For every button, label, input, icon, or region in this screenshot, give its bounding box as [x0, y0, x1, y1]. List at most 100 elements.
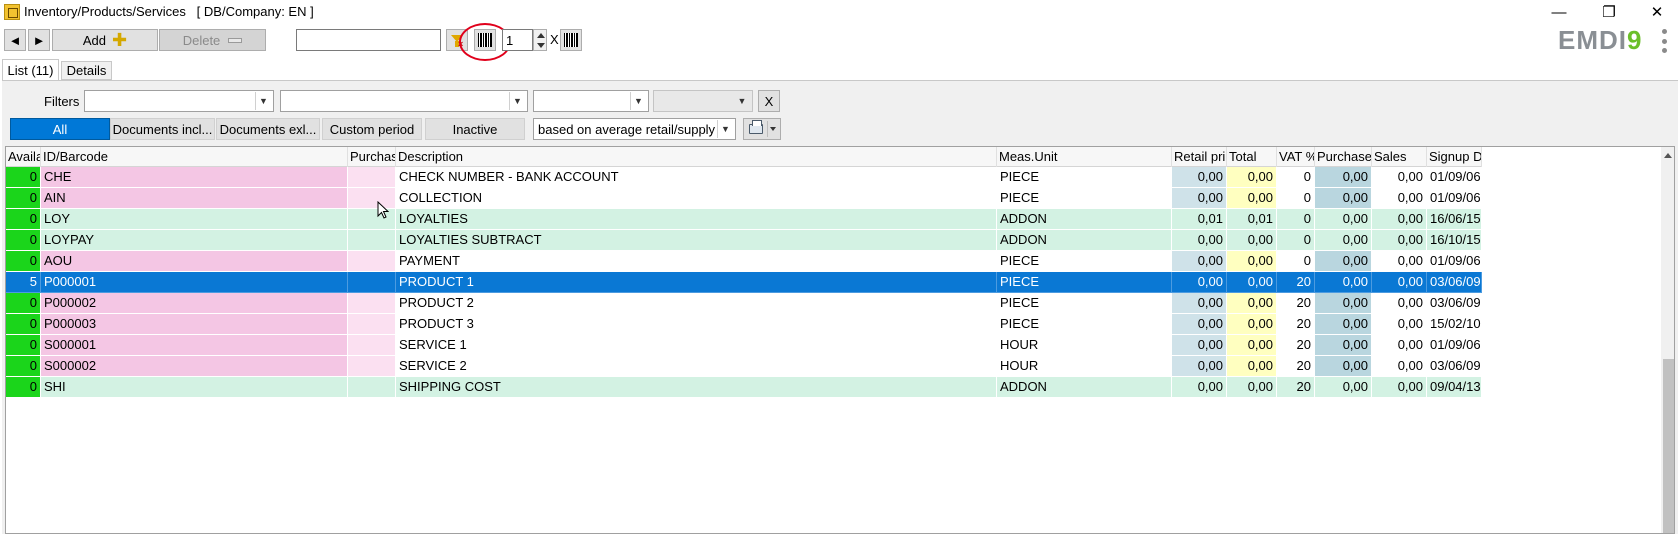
segment-inactive[interactable]: Inactive	[425, 118, 525, 140]
column-header-id-barcode[interactable]: ID/Barcode	[41, 147, 348, 167]
cell-sales: 0,00	[1372, 293, 1427, 314]
cell-meas-unit: PIECE	[997, 251, 1172, 272]
stepper-down-icon[interactable]	[537, 43, 545, 48]
minus-icon	[228, 37, 243, 43]
table-row[interactable]: 0 P000003 PRODUCT 3 PIECE 0,00 0,00 20 0,00 0,00…	[6, 314, 1482, 335]
products-grid[interactable]: Availa ID/Barcode Purchas Description Meas.U…	[5, 146, 1675, 534]
cell-total: 0,00	[1227, 188, 1277, 209]
cell-retail-price: 0,00	[1172, 188, 1227, 209]
filter-combo-4[interactable]: ▼	[653, 90, 753, 112]
cell-purchase	[348, 314, 396, 335]
filter-combo-3[interactable]: ▼	[533, 90, 649, 112]
cell-signup-date: 16/10/15	[1427, 230, 1482, 251]
column-header-vat[interactable]: VAT %	[1277, 147, 1315, 167]
quantity-stepper[interactable]	[533, 29, 547, 51]
price-basis-select[interactable]: based on average retail/supply p ▼	[533, 118, 736, 140]
cell-meas-unit: PIECE	[997, 167, 1172, 188]
cell-total: 0,00	[1227, 335, 1277, 356]
cell-retail-price: 0,00	[1172, 167, 1227, 188]
segment-custom-period[interactable]: Custom period	[322, 118, 422, 140]
cell-id-barcode: S000002	[41, 356, 348, 377]
scroll-up-icon[interactable]	[1664, 153, 1672, 158]
cell-sales: 0,00	[1372, 230, 1427, 251]
table-row[interactable]: 0 LOYPAY LOYALTIES SUBTRACT ADDON 0,00 0,00 0 0…	[6, 230, 1482, 251]
filter-combo-1[interactable]: ▼	[84, 90, 274, 112]
chevron-down-icon: ▼	[509, 92, 525, 110]
cell-purchase-price: 0,00	[1315, 272, 1372, 293]
table-row[interactable]: 0 LOY LOYALTIES ADDON 0,01 0,01 0 0,00 0,00 16/06…	[6, 209, 1482, 230]
cell-availability: 0	[6, 377, 41, 398]
clear-filters-button[interactable]: X	[758, 90, 780, 112]
delete-button[interactable]: Delete	[159, 29, 266, 51]
cell-vat: 20	[1277, 356, 1315, 377]
column-header-total[interactable]: Total	[1227, 147, 1277, 167]
cell-purchase-price: 0,00	[1315, 293, 1372, 314]
title-bar: Inventory/Products/Services [ DB/Company…	[0, 0, 1680, 24]
minimize-button[interactable]: —	[1536, 0, 1582, 24]
cell-description: SHIPPING COST	[396, 377, 997, 398]
cell-retail-price: 0,00	[1172, 314, 1227, 335]
print-barcode-button[interactable]	[560, 29, 582, 51]
segment-documents-incl[interactable]: Documents incl...	[110, 118, 215, 140]
add-button[interactable]: Add ✚	[52, 29, 158, 51]
column-header-description[interactable]: Description	[396, 147, 997, 167]
cell-description: COLLECTION	[396, 188, 997, 209]
cell-description: PAYMENT	[396, 251, 997, 272]
tab-details[interactable]: Details	[61, 61, 112, 80]
column-header-availability[interactable]: Availa	[6, 147, 41, 167]
table-row[interactable]: 0 S000002 SERVICE 2 HOUR 0,00 0,00 20 0,00 0,00 0…	[6, 356, 1482, 377]
print-menu-chevron-icon[interactable]	[770, 127, 776, 131]
table-row[interactable]: 5 P000001 PRODUCT 1 PIECE 0,00 0,00 20 0,00 0,00…	[6, 272, 1482, 293]
table-row[interactable]: 0 SHI SHIPPING COST ADDON 0,00 0,00 20 0,00 0,00…	[6, 377, 1482, 398]
column-header-purchase[interactable]: Purchas	[348, 147, 396, 167]
printer-icon	[749, 120, 763, 134]
table-row[interactable]: 0 CHE CHECK NUMBER - BANK ACCOUNT PIECE 0,00…	[6, 167, 1482, 188]
more-dots-icon	[1661, 29, 1667, 34]
column-header-signup-date[interactable]: Signup D	[1427, 147, 1482, 167]
cell-purchase-price: 0,00	[1315, 335, 1372, 356]
search-input[interactable]	[296, 29, 441, 51]
cell-signup-date: 01/09/06	[1427, 335, 1482, 356]
cell-retail-price: 0,00	[1172, 356, 1227, 377]
table-row[interactable]: 0 S000001 SERVICE 1 HOUR 0,00 0,00 20 0,00 0,00 0…	[6, 335, 1482, 356]
column-header-sales[interactable]: Sales	[1372, 147, 1427, 167]
tab-list[interactable]: List (11)	[2, 59, 59, 80]
column-header-purchase-price[interactable]: Purchase	[1315, 147, 1372, 167]
cell-total: 0,00	[1227, 167, 1277, 188]
cell-description: LOYALTIES SUBTRACT	[396, 230, 997, 251]
scroll-thumb[interactable]	[1663, 359, 1674, 533]
cell-meas-unit: HOUR	[997, 335, 1172, 356]
cell-total: 0,00	[1227, 293, 1277, 314]
cell-vat: 20	[1277, 293, 1315, 314]
cell-availability: 0	[6, 188, 41, 209]
vertical-scrollbar[interactable]	[1661, 147, 1674, 533]
print-button[interactable]	[743, 118, 781, 140]
label-quantity-input[interactable]	[502, 29, 533, 51]
cell-sales: 0,00	[1372, 356, 1427, 377]
column-header-meas-unit[interactable]: Meas.Unit	[997, 147, 1172, 167]
column-header-retail-price[interactable]: Retail pri	[1172, 147, 1227, 167]
cell-id-barcode: LOY	[41, 209, 348, 230]
cell-total: 0,00	[1227, 356, 1277, 377]
grid-header: Availa ID/Barcode Purchas Description Meas.U…	[6, 147, 1482, 167]
cell-sales: 0,00	[1372, 209, 1427, 230]
restore-button[interactable]: ❐	[1586, 0, 1632, 24]
cell-total: 0,01	[1227, 209, 1277, 230]
cell-description: SERVICE 1	[396, 335, 997, 356]
cell-signup-date: 01/09/06	[1427, 251, 1482, 272]
more-options-button[interactable]	[1660, 29, 1668, 53]
previous-record-button[interactable]: ◄	[4, 29, 26, 51]
segment-all[interactable]: All	[10, 118, 110, 140]
cell-total: 0,00	[1227, 272, 1277, 293]
cell-meas-unit: HOUR	[997, 356, 1172, 377]
filter-combo-2[interactable]: ▼	[280, 90, 528, 112]
table-row[interactable]: 0 P000002 PRODUCT 2 PIECE 0,00 0,00 20 0,00 0,00…	[6, 293, 1482, 314]
next-record-button[interactable]: ►	[28, 29, 50, 51]
stepper-up-icon[interactable]	[537, 33, 545, 38]
table-row[interactable]: 0 AOU PAYMENT PIECE 0,00 0,00 0 0,00 0,00 01/09/0…	[6, 251, 1482, 272]
close-button[interactable]: ✕	[1634, 0, 1680, 24]
chevron-down-icon: ▼	[255, 92, 271, 110]
segment-documents-excl[interactable]: Documents exl...	[216, 118, 320, 140]
table-row[interactable]: 0 AIN COLLECTION PIECE 0,00 0,00 0 0,00 0,00 01/0…	[6, 188, 1482, 209]
cell-vat: 0	[1277, 167, 1315, 188]
